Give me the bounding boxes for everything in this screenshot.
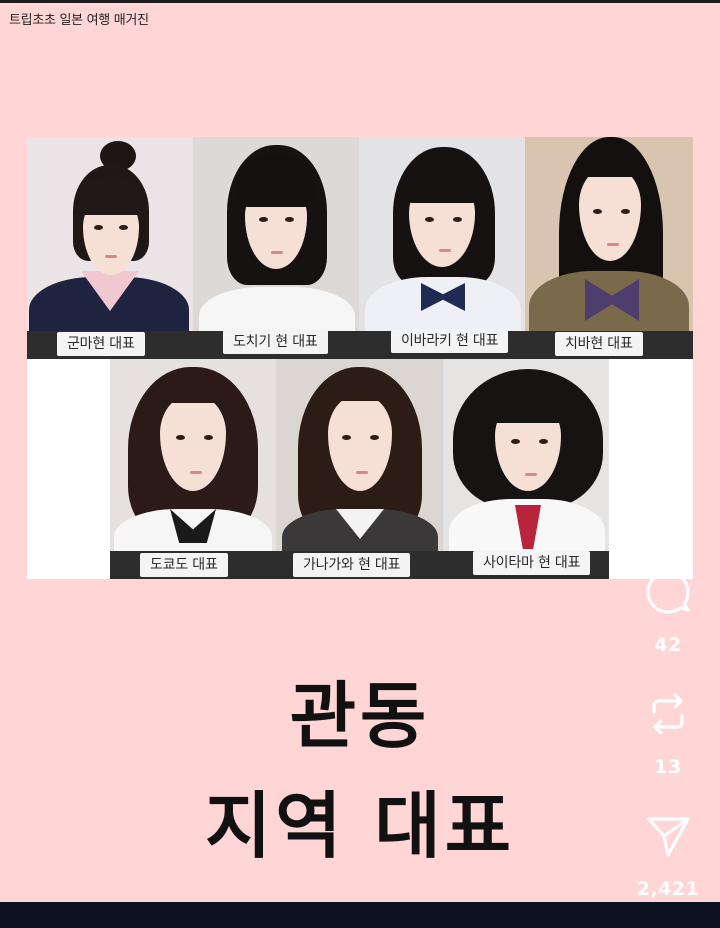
share-button[interactable] xyxy=(644,812,692,860)
like-count: 521 xyxy=(647,512,689,534)
photo-gunma xyxy=(27,137,193,359)
send-icon xyxy=(647,817,690,857)
share-count: 2,421 xyxy=(636,878,700,900)
label-ibaraki: 이바라키 현 대표 xyxy=(391,329,509,353)
photo-tokyo xyxy=(110,359,276,579)
account-name[interactable]: 트립초초 일본 여행 매거진 xyxy=(9,9,149,28)
comment-count: 42 xyxy=(654,634,682,656)
label-saitama: 사이타마 현 대표 xyxy=(473,551,591,575)
photo-kanagawa xyxy=(276,359,443,579)
headline-line-2: 지역 대표 xyxy=(204,784,516,868)
label-chiba: 치바현 대표 xyxy=(555,332,643,356)
comment-icon xyxy=(646,570,690,614)
headline-line-1: 관동 xyxy=(289,674,431,758)
top-border xyxy=(0,0,720,3)
bottom-bar xyxy=(0,902,720,928)
photo-ibaraki xyxy=(359,137,525,359)
label-tochigi: 도치기 현 대표 xyxy=(223,330,328,354)
comment-button[interactable] xyxy=(644,568,692,616)
label-tokyo: 도쿄도 대표 xyxy=(140,553,228,577)
photo-saitama xyxy=(443,359,609,579)
label-kanagawa: 가나가와 현 대표 xyxy=(293,553,411,577)
repost-button[interactable] xyxy=(644,690,692,738)
photo-chiba xyxy=(525,137,693,359)
post-image-collage[interactable]: 군마현 대표 도치기 현 대표 이바라키 현 대표 치바현 대표 도쿄도 대표 … xyxy=(27,137,693,579)
repost-icon xyxy=(652,693,684,735)
label-gunma: 군마현 대표 xyxy=(57,332,145,356)
like-button[interactable] xyxy=(644,446,692,494)
heart-icon xyxy=(646,449,690,488)
photo-tochigi xyxy=(193,137,359,359)
repost-count: 13 xyxy=(654,756,682,778)
